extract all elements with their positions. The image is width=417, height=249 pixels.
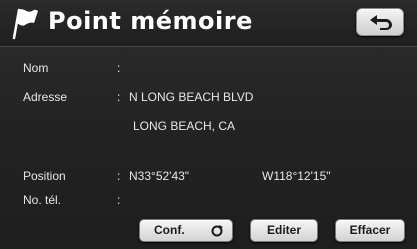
header-bar: Point mémoire <box>0 0 417 46</box>
address-colon: : <box>117 90 121 104</box>
position-label: Position <box>23 169 66 183</box>
latitude-value: N33°52'43" <box>129 169 190 183</box>
memory-point-screen: Point mémoire Nom : Adresse : N LONG BEA… <box>0 0 417 249</box>
phone-label: No. tél. <box>23 193 62 207</box>
position-colon: : <box>117 169 121 183</box>
name-label: Nom <box>23 61 49 75</box>
editer-button[interactable]: Editer <box>250 219 318 242</box>
conf-button[interactable]: Conf. <box>139 219 233 242</box>
return-arrow-icon <box>370 15 392 30</box>
address-line2: LONG BEACH, CA <box>133 119 236 133</box>
ring-icon <box>211 225 223 237</box>
conf-button-label: Conf. <box>154 223 185 237</box>
address-label: Adresse <box>23 90 68 104</box>
effacer-button[interactable]: Effacer <box>335 219 405 242</box>
phone-colon: : <box>117 193 121 207</box>
address-line1: N LONG BEACH BLVD <box>129 90 254 104</box>
name-colon: : <box>117 61 121 75</box>
back-button[interactable] <box>356 8 404 36</box>
flag-icon <box>12 8 38 40</box>
longitude-value: W118°12'15" <box>262 169 331 183</box>
header-divider <box>0 46 417 47</box>
page-title: Point mémoire <box>48 7 253 35</box>
